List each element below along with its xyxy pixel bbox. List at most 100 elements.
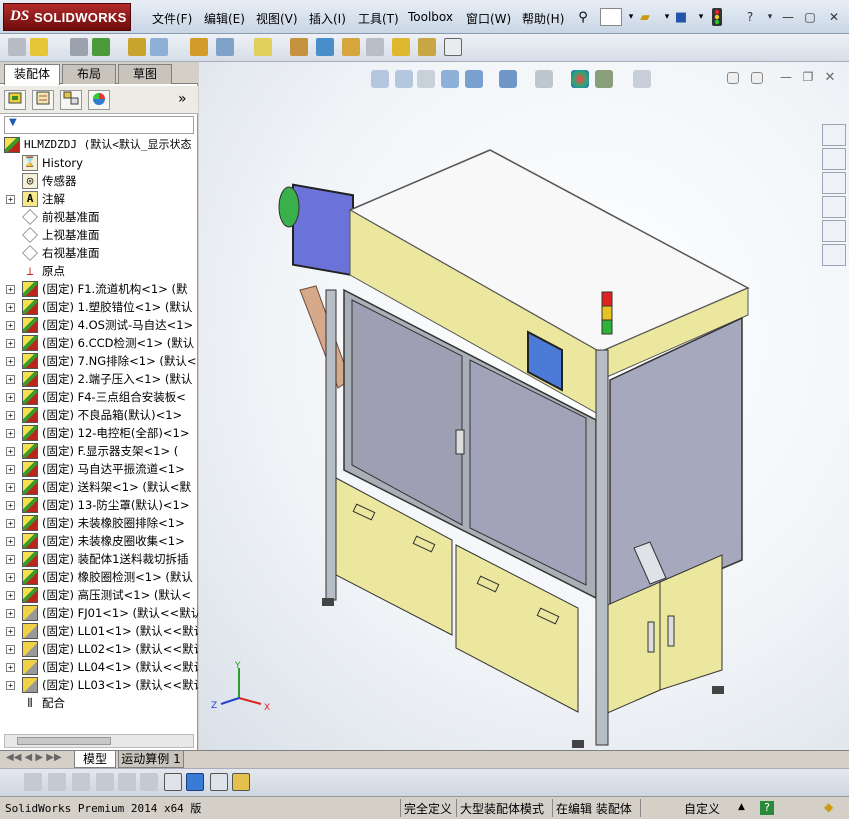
tree-item[interactable]: ⊥ 原点 — [0, 262, 198, 280]
tab-scroll-arrows[interactable]: ◀◀ ◀ ▶ ▶▶ — [6, 752, 62, 763]
chevron-down-icon[interactable]: ▾ — [762, 9, 778, 25]
shaded-view-icon[interactable] — [186, 773, 204, 791]
tree-horizontal-scrollbar[interactable] — [4, 734, 194, 748]
appearances-icon[interactable] — [822, 220, 846, 242]
view-icon[interactable] — [72, 773, 90, 791]
home-icon[interactable] — [822, 124, 846, 146]
tree-item[interactable]: + (固定) FJ01<1> (默认<<默认 — [0, 604, 198, 622]
expand-icon[interactable]: + — [6, 357, 15, 366]
tree-item[interactable]: + (固定) F1.流道机构<1> (默 — [0, 280, 198, 298]
display-manager-icon[interactable] — [88, 90, 110, 110]
expand-icon[interactable]: + — [6, 681, 15, 690]
expand-icon[interactable]: + — [6, 285, 15, 294]
new-document-icon[interactable] — [600, 8, 622, 26]
expand-icon[interactable]: + — [6, 447, 15, 456]
view-icon[interactable] — [48, 773, 66, 791]
tree-item[interactable]: + (固定) 未装橡皮圈收集<1> — [0, 532, 198, 550]
four-view-icon[interactable] — [210, 773, 228, 791]
expand-icon[interactable]: + — [6, 501, 15, 510]
tree-item[interactable]: + (固定) 马自达平振流道<1> — [0, 460, 198, 478]
expand-icon[interactable]: + — [6, 537, 15, 546]
expand-icon[interactable]: + — [6, 609, 15, 618]
tree-root[interactable]: HLMZDZDJ (默认<默认_显示状态 — [0, 136, 198, 154]
units-arrow-icon[interactable]: ▲ — [738, 802, 745, 812]
view-icon[interactable] — [96, 773, 114, 791]
new-motion-study-icon[interactable] — [290, 38, 308, 56]
feature-manager-icon[interactable] — [4, 90, 26, 110]
tab-motion-study[interactable]: 运动算例 1 — [118, 751, 184, 768]
tab-layout[interactable]: 布局 — [62, 64, 116, 84]
traffic-light-icon[interactable] — [708, 8, 726, 26]
menu-file[interactable]: 文件(F) — [152, 10, 192, 27]
tree-item[interactable]: + (固定) 未装橡胶圈排除<1> — [0, 514, 198, 532]
expand-icon[interactable]: + — [6, 303, 15, 312]
tree-item[interactable]: + (固定) 13-防尘罩(默认)<1> — [0, 496, 198, 514]
tree-item[interactable]: + (固定) 7.NG排除<1> (默认< — [0, 352, 198, 370]
expand-icon[interactable]: + — [6, 321, 15, 330]
tree-item[interactable]: + (固定) F4-三点组合安装板< — [0, 388, 198, 406]
menu-tools[interactable]: 工具(T) — [358, 10, 399, 27]
expand-icon[interactable]: + — [6, 573, 15, 582]
tree-item[interactable]: + (固定) 1.塑胶错位<1> (默认 — [0, 298, 198, 316]
exploded-view-icon[interactable] — [342, 38, 360, 56]
expand-icon[interactable]: + — [6, 339, 15, 348]
custom-properties-icon[interactable] — [822, 244, 846, 266]
property-manager-icon[interactable] — [32, 90, 54, 110]
explode-line-icon[interactable] — [366, 38, 384, 56]
tree-item[interactable]: ◎ 传感器 — [0, 172, 198, 190]
expand-icon[interactable]: + — [6, 663, 15, 672]
instant3d-icon[interactable] — [444, 38, 462, 56]
tree-item[interactable]: ⫴ 配合 — [0, 694, 198, 712]
assembly-features-icon[interactable] — [216, 38, 234, 56]
tree-item[interactable]: 右视基准面 — [0, 244, 198, 262]
tree-item[interactable]: 前视基准面 — [0, 208, 198, 226]
filter-icon[interactable]: ▼ — [9, 117, 17, 128]
interference-detection-icon[interactable] — [392, 38, 410, 56]
save-icon[interactable]: ■ — [672, 8, 690, 26]
expand-icon[interactable]: + — [6, 465, 15, 474]
tree-item[interactable]: + A 注解 — [0, 190, 198, 208]
view-icon[interactable] — [24, 773, 42, 791]
help-icon[interactable]: ? — [742, 9, 758, 25]
tree-item[interactable]: + (固定) 6.CCD检测<1> (默认 — [0, 334, 198, 352]
menu-view[interactable]: 视图(V) — [256, 10, 298, 27]
tab-sketch[interactable]: 草图 — [118, 64, 172, 84]
design-library-icon[interactable] — [822, 148, 846, 170]
graphics-area[interactable]: — ❐ ✕ Y X Z — [199, 62, 849, 750]
expand-icon[interactable]: + — [6, 555, 15, 564]
tree-item[interactable]: + (固定) LL04<1> (默认<<默认 — [0, 658, 198, 676]
expand-icon[interactable]: + — [6, 519, 15, 528]
view-palette-icon[interactable] — [822, 196, 846, 218]
expand-icon[interactable]: + — [6, 393, 15, 402]
expand-icon[interactable]: + — [6, 411, 15, 420]
show-hidden-icon[interactable] — [190, 38, 208, 56]
tree-item[interactable]: + (固定) 装配体1送料裁切拆插 — [0, 550, 198, 568]
linear-pattern-icon[interactable] — [92, 38, 110, 56]
insert-components-icon[interactable] — [8, 38, 26, 56]
new-part-icon[interactable] — [30, 38, 48, 56]
tree-item[interactable]: + (固定) 橡胶圈检测<1> (默认 — [0, 568, 198, 586]
move-component-icon[interactable] — [150, 38, 168, 56]
tree-item[interactable]: + (固定) LL03<1> (默认<<默认 — [0, 676, 198, 694]
tab-model[interactable]: 模型 — [74, 751, 116, 768]
expand-icon[interactable]: + — [6, 429, 15, 438]
expand-icon[interactable]: + — [6, 195, 15, 204]
open-folder-icon[interactable]: ▰ — [636, 8, 654, 26]
tree-item[interactable]: + (固定) 12-电控柜(全部)<1> — [0, 424, 198, 442]
view-icon[interactable] — [140, 773, 158, 791]
expand-icon[interactable]: + — [6, 645, 15, 654]
mate-icon[interactable] — [70, 38, 88, 56]
menu-window[interactable]: 窗口(W) — [466, 10, 511, 27]
tree-item[interactable]: ⌛ History — [0, 154, 198, 172]
menu-insert[interactable]: 插入(I) — [309, 10, 346, 27]
solidworks-logo[interactable]: DS SOLIDWORKS — [3, 3, 131, 31]
axis-icon[interactable] — [164, 773, 182, 791]
expand-icon[interactable]: + — [6, 375, 15, 384]
machine-model[interactable] — [199, 62, 849, 750]
tree-item[interactable]: + (固定) LL02<1> (默认<<默认 — [0, 640, 198, 658]
pin-icon[interactable]: ⚲ — [574, 8, 592, 26]
view-icon[interactable] — [118, 773, 136, 791]
clearance-verification-icon[interactable] — [418, 38, 436, 56]
smart-fasteners-icon[interactable] — [128, 38, 146, 56]
tab-assembly[interactable]: 装配体 — [4, 64, 60, 85]
